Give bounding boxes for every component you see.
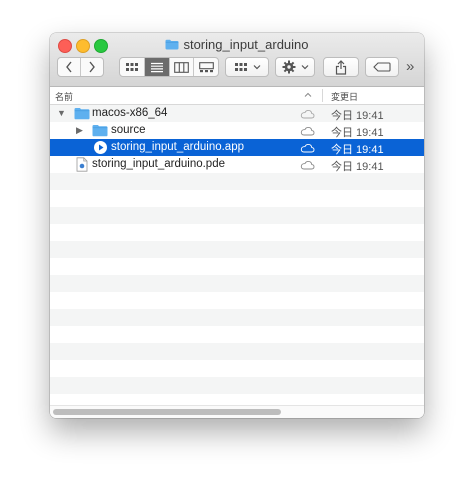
- scrollbar-thumb[interactable]: [53, 409, 281, 415]
- folder-icon: [92, 125, 108, 137]
- list-header: 名前 変更日: [50, 87, 424, 105]
- share-button[interactable]: [323, 57, 359, 77]
- cloud-icon: [300, 143, 315, 153]
- chevron-left-icon: [65, 61, 72, 73]
- forward-button[interactable]: [81, 58, 103, 76]
- group-by-icon: [234, 63, 247, 71]
- file-name: macos-x86_64: [92, 107, 168, 119]
- toolbar-overflow-button[interactable]: »: [406, 58, 414, 75]
- column-view-button[interactable]: [170, 58, 195, 76]
- gallery-view-icon: [198, 61, 214, 72]
- row-stripe: [50, 343, 424, 360]
- app-icon: [94, 141, 107, 154]
- row-stripe: [50, 241, 424, 258]
- document-icon: [76, 157, 88, 172]
- modified-date: 今日 19:41: [331, 161, 384, 173]
- list-view-icon: [150, 62, 163, 72]
- row-stripe: [50, 207, 424, 224]
- row-stripe: [50, 309, 424, 326]
- list-item[interactable]: ▶ source 今日 19:41: [50, 122, 424, 139]
- folder-icon: [74, 108, 90, 120]
- back-button[interactable]: [58, 58, 81, 76]
- row-stripe: [50, 173, 424, 190]
- column-view-icon: [174, 61, 189, 73]
- cloud-icon: [300, 160, 315, 170]
- tag-icon: [373, 62, 391, 72]
- list-item-selected[interactable]: storing_input_arduino.app 今日 19:41: [50, 139, 424, 156]
- action-button[interactable]: [275, 57, 315, 77]
- sort-ascending-icon: [304, 92, 312, 97]
- modified-date: 今日 19:41: [331, 144, 384, 156]
- view-mode-control: [119, 57, 219, 77]
- tag-button[interactable]: [365, 57, 399, 77]
- date-column-header[interactable]: 変更日: [331, 90, 358, 103]
- share-icon: [335, 59, 347, 75]
- group-by-button[interactable]: [225, 57, 269, 77]
- nav-buttons: [57, 57, 104, 77]
- gear-icon: [282, 60, 295, 74]
- file-list: ▼ macos-x86_64 今日 19:41 ▶ source 今日 19:4…: [50, 105, 424, 405]
- list-item[interactable]: ▼ macos-x86_64 今日 19:41: [50, 105, 424, 122]
- row-stripe: [50, 377, 424, 394]
- finder-window: storing_input_arduino » 名前 変更日 ▼ macos-x…: [50, 33, 424, 418]
- horizontal-scrollbar[interactable]: [50, 405, 424, 418]
- folder-icon: [165, 39, 179, 50]
- titlebar: storing_input_arduino »: [50, 33, 424, 87]
- cloud-icon: [300, 109, 315, 119]
- chevron-right-icon: [89, 61, 95, 73]
- window-title: storing_input_arduino: [183, 37, 309, 52]
- list-view-button[interactable]: [144, 58, 170, 76]
- row-stripe: [50, 275, 424, 292]
- file-name: source: [111, 124, 146, 136]
- file-name: storing_input_arduino.app: [111, 141, 244, 153]
- chevron-down-icon: [253, 65, 260, 70]
- cloud-icon: [300, 126, 315, 136]
- file-name: storing_input_arduino.pde: [92, 158, 225, 170]
- column-divider[interactable]: [322, 89, 323, 102]
- window-title-area: storing_input_arduino: [50, 37, 424, 55]
- icon-view-icon: [125, 63, 138, 71]
- modified-date: 今日 19:41: [331, 110, 384, 122]
- gallery-view-button[interactable]: [194, 58, 218, 76]
- icon-view-button[interactable]: [120, 58, 145, 76]
- chevron-down-icon: [301, 65, 308, 70]
- list-item[interactable]: storing_input_arduino.pde 今日 19:41: [50, 156, 424, 173]
- disclosure-expanded-icon[interactable]: ▼: [57, 108, 66, 118]
- disclosure-collapsed-icon[interactable]: ▶: [76, 125, 83, 136]
- modified-date: 今日 19:41: [331, 127, 384, 139]
- name-column-header[interactable]: 名前: [55, 90, 73, 103]
